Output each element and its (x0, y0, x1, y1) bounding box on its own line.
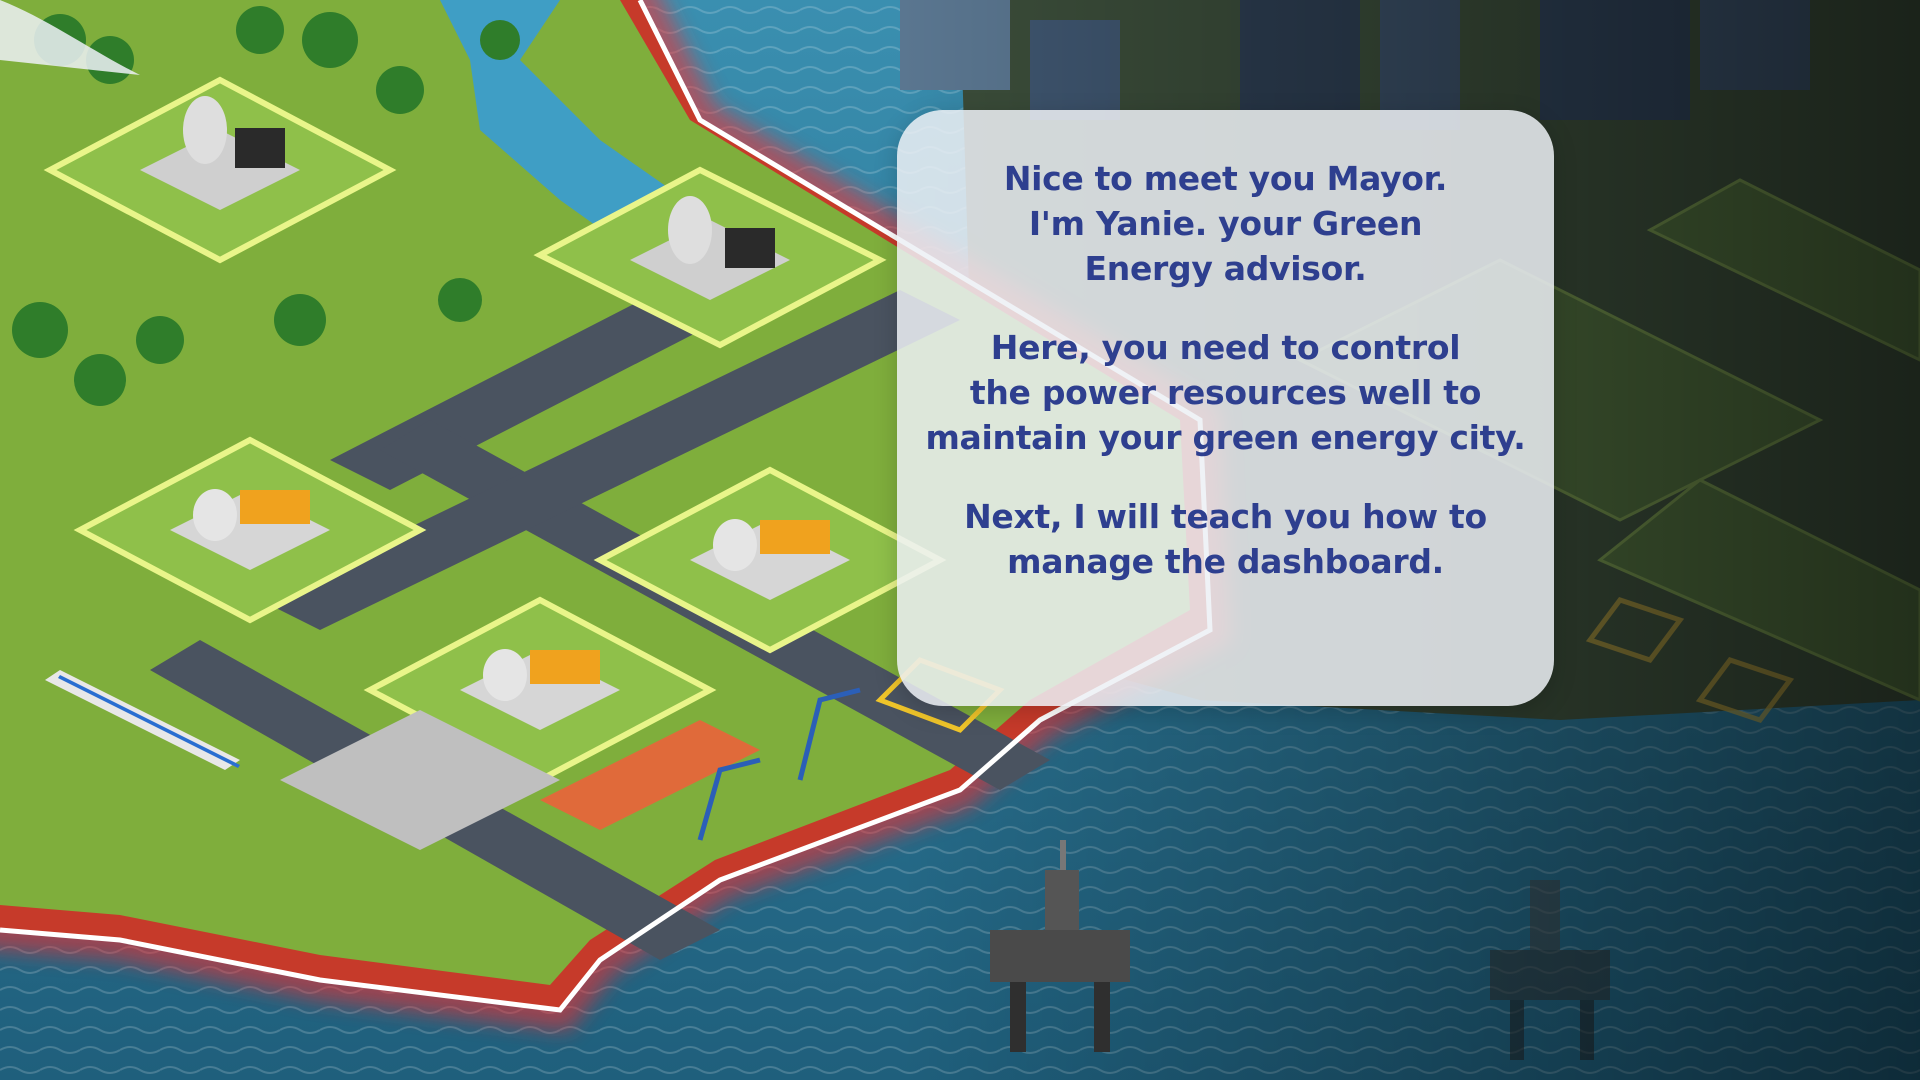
dialogue-line-objective: Here, you need to control the power reso… (925, 328, 1526, 457)
game-scene: Nice to meet you Mayor. I'm Yanie. your … (0, 0, 1920, 1080)
advisor-dialogue-bubble[interactable]: Nice to meet you Mayor. I'm Yanie. your … (897, 110, 1554, 706)
dialogue-line-next-step: Next, I will teach you how to manage the… (964, 497, 1487, 581)
dialogue-line-greeting: Nice to meet you Mayor. I'm Yanie. your … (1003, 159, 1448, 288)
speech-bubble-tail (0, 0, 140, 75)
